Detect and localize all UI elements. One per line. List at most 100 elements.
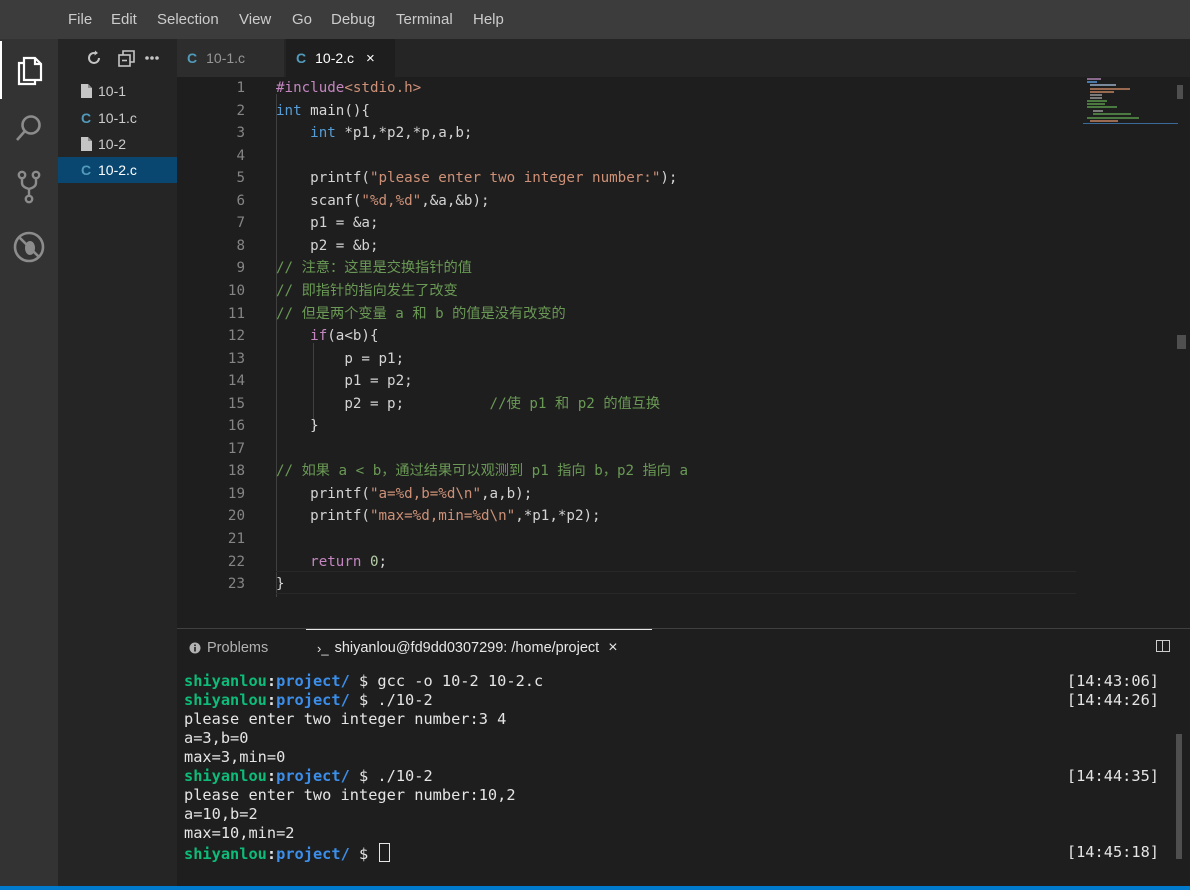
menu-view[interactable]: View [239, 0, 271, 39]
source-control-icon[interactable] [0, 158, 58, 216]
code-line: 5 printf("please enter two integer numbe… [177, 167, 1077, 189]
close-icon[interactable]: × [366, 50, 375, 67]
code-token: p2 = p; [276, 395, 490, 412]
c-file-icon: C [296, 50, 307, 66]
code-line: 1 #include<stdio.h> [177, 77, 1077, 99]
editor-tab-bar: C 10-1.c C 10-2.c × [177, 39, 1190, 77]
line-number: 4 [236, 147, 245, 164]
code-token: "a=%d,b=%d\n" [369, 485, 482, 502]
code-line: 14 p1 = p2; [177, 370, 1077, 392]
line-code: p2 = p; //使 p1 和 p2 的值互换 [276, 393, 660, 415]
file-item[interactable]: 10-1 [58, 78, 177, 104]
line-code: // 但是两个变量 a 和 b 的值是没有改变的 [276, 303, 566, 325]
line-number: 15 [227, 395, 245, 412]
line-code: p2 = &b; [276, 235, 379, 257]
search-icon[interactable] [0, 99, 58, 157]
tab-terminal[interactable]: ›_ shiyanlou@fd9dd0307299: /home/project… [306, 629, 652, 666]
code-token: "%d,%d" [361, 192, 422, 209]
tab-10-2-c[interactable]: C 10-2.c × [286, 39, 395, 77]
bottom-panel: Problems ›_ shiyanlou@fd9dd0307299: /hom… [177, 628, 1190, 890]
debug-icon[interactable] [0, 218, 58, 276]
code-token: } [276, 576, 285, 593]
prompt-path: project/ [276, 767, 350, 785]
menu-debug[interactable]: Debug [331, 0, 375, 39]
code-token: p = p1; [276, 350, 405, 367]
tab-10-1-c[interactable]: C 10-1.c [177, 39, 285, 77]
code-token: } [276, 418, 319, 435]
tab-problems[interactable]: Problems [189, 629, 268, 666]
code-token: *p1,*p2,*p,a,b; [335, 125, 473, 142]
code-token: ,a,b); [481, 485, 533, 502]
output-text: please enter two integer number:10,2 [184, 786, 516, 804]
terminal-output-line: please enter two integer number:10,2 [184, 786, 1174, 805]
menu-selection[interactable]: Selection [157, 0, 219, 39]
file-item[interactable]: 10-2 [58, 131, 177, 157]
menu-file[interactable]: File [68, 0, 92, 39]
editor-scrollbar[interactable] [1177, 77, 1190, 628]
code-token: int [276, 102, 302, 119]
code-token: #include [276, 80, 345, 96]
code-token: // 注意：这里是交换指针的值 [276, 260, 472, 277]
collapse-all-icon[interactable] [117, 49, 135, 67]
line-code: p1 = &a; [276, 212, 378, 234]
line-code: // 即指针的指向发生了改变 [276, 280, 458, 302]
file-item[interactable]: C 10-2.c [58, 157, 177, 183]
terminal-scrollbar[interactable] [1176, 734, 1182, 859]
code-token: p2 = &b; [276, 237, 379, 254]
code-token: ; [378, 553, 388, 570]
output-text: a=10,b=2 [184, 805, 258, 823]
code-line: 19 printf("a=%d,b=%d\n",a,b); [177, 483, 1077, 505]
close-icon[interactable]: × [608, 639, 617, 657]
line-code: printf("please enter two integer number:… [276, 167, 677, 189]
minimap[interactable] [1083, 77, 1183, 127]
prompt-command: $ [349, 845, 378, 863]
menu-help[interactable]: Help [473, 0, 504, 39]
prompt-separator: : [266, 767, 277, 785]
c-file-icon: C [187, 50, 198, 66]
explorer-sidebar: 10-1 C 10-1.c 10-2 C 10-2.c [58, 39, 177, 890]
file-label: 10-1 [98, 83, 127, 99]
line-number: 3 [236, 125, 245, 142]
c-letter: C [80, 162, 92, 178]
line-number: 10 [227, 282, 245, 299]
line-code: printf("a=%d,b=%d\n",a,b); [276, 483, 532, 505]
menu-edit[interactable]: Edit [111, 0, 137, 39]
terminal-output-line: a=3,b=0 [184, 729, 1174, 748]
code-token: "max=%d,min=%d\n" [369, 508, 516, 525]
output-text: max=3,min=0 [184, 748, 286, 766]
line-number: 23 [227, 576, 245, 593]
prompt-command: $ ./10-2 [349, 767, 433, 785]
prompt-command: $ ./10-2 [349, 691, 433, 709]
file-item[interactable]: C 10-1.c [58, 105, 177, 131]
prompt-timestamp: [14:44:26] [1066, 691, 1159, 709]
line-code: #include<stdio.h> [276, 77, 421, 99]
line-code: } [276, 415, 319, 437]
code-editor[interactable]: 1 #include<stdio.h> 2 int main(){3 int *p1,… [177, 77, 1190, 628]
code-token: scanf( [276, 192, 362, 209]
c-file-icon: C [79, 110, 93, 126]
code-token: 0 [369, 553, 379, 570]
more-icon[interactable] [143, 49, 161, 67]
code-token: printf( [276, 485, 370, 502]
line-number: 7 [236, 215, 245, 232]
menu-go[interactable]: Go [292, 0, 312, 39]
code-line: 18 // 如果 a < b，通过结果可以观测到 p1 指向 b，p2 指向 a [177, 460, 1077, 482]
prompt-command: $ gcc -o 10-2 10-2.c [349, 672, 544, 690]
tab-label: 10-2.c [315, 50, 355, 66]
split-panel-icon[interactable] [1156, 640, 1170, 652]
code-line: 2 int main(){ [177, 100, 1077, 122]
code-line: 3 int *p1,*p2,*p,a,b; [177, 122, 1077, 144]
menu-terminal[interactable]: Terminal [396, 0, 453, 39]
line-number: 5 [236, 170, 245, 187]
refresh-icon[interactable] [85, 49, 103, 67]
file-icon [79, 84, 93, 98]
line-number: 2 [236, 102, 245, 119]
terminal-prompt-line: shiyanlou:project/ $ ./10-2 [14:44:26] [184, 691, 1174, 710]
files-icon[interactable] [0, 41, 58, 99]
prompt-path: project/ [276, 845, 350, 863]
status-bar-edge [0, 886, 1190, 890]
file-icon [79, 137, 93, 151]
code-token: "please enter two integer number:" [369, 170, 661, 187]
